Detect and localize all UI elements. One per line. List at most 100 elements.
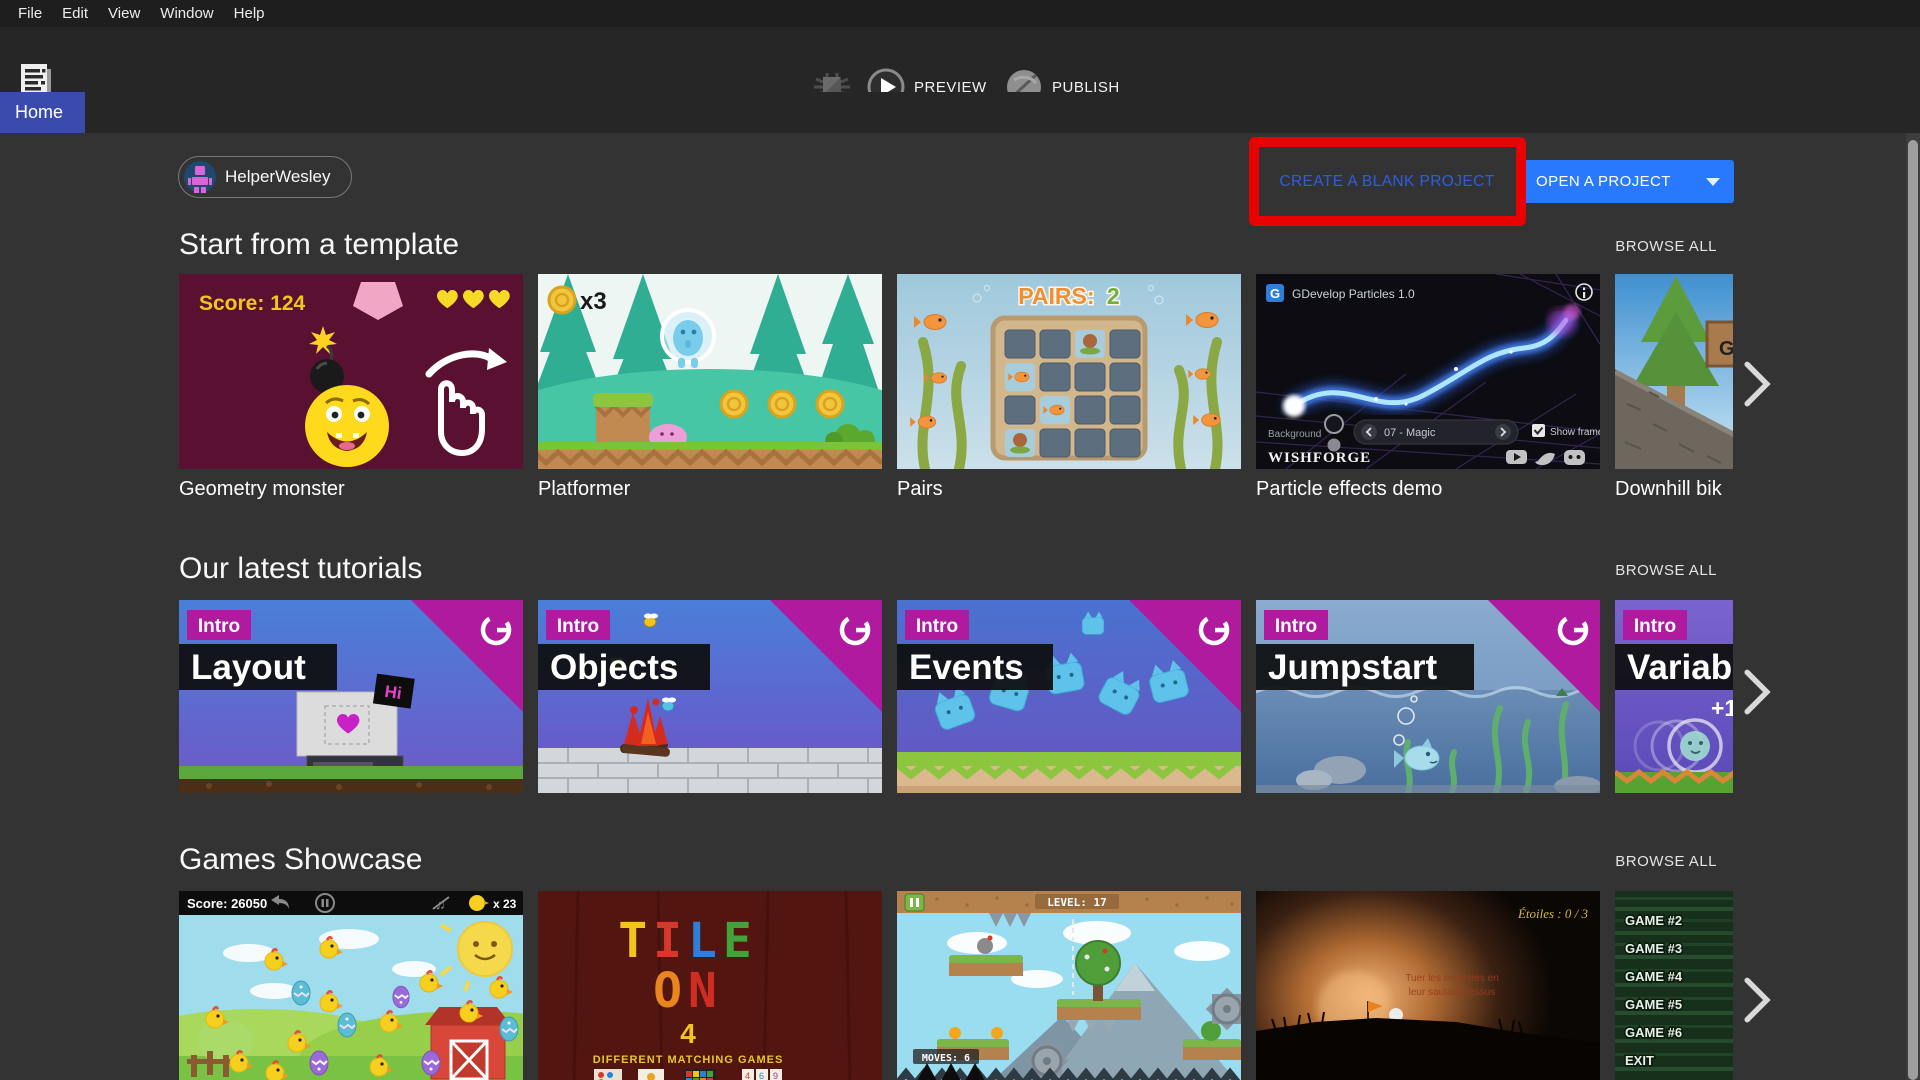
card-title: Geometry monster (179, 478, 345, 501)
template-card-downhill[interactable]: G Downhill bik (1615, 274, 1733, 469)
menu-file[interactable]: File (8, 0, 52, 27)
menu-help[interactable]: Help (224, 0, 275, 27)
avatar (184, 161, 216, 193)
hint-line-2: leur sautant dessus (1409, 987, 1496, 998)
menu-edit[interactable]: Edit (52, 0, 98, 27)
chick-count: x 23 (493, 897, 517, 911)
carousel-next-tutorials[interactable] (1740, 668, 1774, 716)
score-text: Score: 26050 (187, 896, 267, 911)
thumbnail-tutorial-objects: Intro Objects (538, 600, 882, 793)
discord-icon (1564, 450, 1585, 465)
thumbnail-tutorial-variables: +1 Intro Variab (1615, 600, 1733, 793)
show-frame-checkbox (1532, 424, 1545, 437)
svg-text:GAME #6: GAME #6 (1625, 1025, 1682, 1040)
templates-row: Score: 124 (179, 274, 1733, 508)
tab-bar: Home (0, 92, 1920, 133)
card-title: Particle effects demo (1256, 478, 1442, 501)
title-line-1: TILE (618, 913, 758, 969)
svg-text:G: G (1270, 286, 1280, 301)
svg-text:Intro: Intro (1275, 616, 1317, 637)
carousel-next-templates[interactable] (1740, 360, 1774, 408)
tab-home[interactable]: Home (0, 92, 85, 133)
preset-name: 07 - Magic (1384, 427, 1436, 439)
tutorial-title: Objects (550, 648, 678, 687)
thumbnail-night-game: Étoiles : 0 / 3 Tuer les monstres en leu… (1256, 891, 1600, 1080)
tutorial-title: Layout (191, 648, 306, 687)
tutorial-card-events[interactable]: Intro Events (897, 600, 1241, 793)
section-title-showcase: Games Showcase (179, 843, 422, 877)
sign-letter: G (1719, 338, 1733, 360)
svg-text:Intro: Intro (557, 616, 599, 637)
carousel-next-showcase[interactable] (1740, 976, 1774, 1024)
template-card-particle-effects[interactable]: G GDevelop Particles 1.0 Background 07 -… (1256, 274, 1600, 469)
showcase-card-night[interactable]: Étoiles : 0 / 3 Tuer les monstres en leu… (1256, 891, 1600, 1080)
svg-text:4: 4 (745, 1071, 750, 1080)
section-title-tutorials: Our latest tutorials (179, 552, 422, 586)
svg-text:Intro: Intro (1634, 616, 1676, 637)
open-project-label: OPEN A PROJECT (1536, 173, 1706, 190)
dark-shapes (917, 1063, 985, 1080)
score-text: Score: 124 (199, 292, 306, 315)
moves-label: MOVES: 6 (922, 1053, 970, 1064)
showcase-row: Score: 26050 ♫ x 23 TILE (179, 891, 1733, 1080)
card-title: Platformer (538, 478, 630, 501)
menu-window[interactable]: Window (150, 0, 223, 27)
svg-text:6: 6 (759, 1071, 764, 1080)
thumbnail-tileon: TILE ON 4 DIFFERENT MATCHING GAMES 4 6 9 (538, 891, 882, 1080)
showcase-card-level17[interactable]: LEVEL: 17 MOVES: 6 (897, 891, 1241, 1080)
gdevelop-window: File Edit View Window Help PR (0, 0, 1920, 1080)
menu-view[interactable]: View (98, 0, 150, 27)
tutorial-card-jumpstart[interactable]: Intro Jumpstart (1256, 600, 1600, 793)
svg-text:GAME #5: GAME #5 (1625, 997, 1682, 1012)
plus-one-label: +1 (1711, 695, 1733, 721)
browse-all-templates[interactable]: BROWSE ALL (1613, 238, 1717, 255)
template-card-platformer[interactable]: x3 Platformer (538, 274, 882, 469)
chick-counter-icon (469, 895, 485, 911)
username-label: HelperWesley (225, 167, 331, 187)
thumbnail-particle-effects: G GDevelop Particles 1.0 Background 07 -… (1256, 274, 1600, 469)
svg-text:9: 9 (773, 1071, 778, 1080)
chevron-down-icon[interactable] (1706, 178, 1720, 186)
preset-selector: 07 - Magic (1354, 420, 1518, 444)
browse-all-showcase[interactable]: BROWSE ALL (1613, 853, 1717, 870)
tutorial-card-objects[interactable]: Intro Objects (538, 600, 882, 793)
menu-bar: File Edit View Window Help (0, 0, 1920, 27)
thumbnail-tutorial-layout: Hi Intro Layout (179, 600, 523, 793)
hint-line-1: Tuer les monstres en (1405, 973, 1499, 984)
svg-text:GAME #3: GAME #3 (1625, 941, 1682, 956)
svg-text:GAME #4: GAME #4 (1625, 969, 1683, 984)
thumbnail-platformer: x3 (538, 274, 882, 469)
showcase-card-menu[interactable]: GAME #2 GAME #3 GAME #4 GAME #5 GAME #6 … (1615, 891, 1733, 1080)
thumbnail-pairs: PAIRS: 2 (897, 274, 1241, 469)
pairs-count: 2 (1107, 283, 1120, 309)
tutorial-card-layout[interactable]: Hi Intro Layout (179, 600, 523, 793)
thumbnail-level17: LEVEL: 17 MOVES: 6 (897, 891, 1241, 1080)
platform-block (593, 393, 653, 442)
level-label: LEVEL: 17 (1047, 896, 1107, 909)
profile-chip[interactable]: HelperWesley (178, 156, 352, 198)
thumbnail-easter-game: Score: 26050 ♫ x 23 (179, 891, 523, 1080)
pairs-label: PAIRS: (1018, 283, 1094, 309)
toolbar: PREVIEW PUBLISH (0, 27, 1920, 92)
monster-character (305, 385, 389, 467)
tutorials-row: Hi Intro Layout (179, 600, 1733, 793)
stars-counter: Étoiles : 0 / 3 (1517, 906, 1589, 921)
card-title: Pairs (897, 478, 943, 501)
hi-label: Hi (383, 682, 402, 703)
tutorial-title: Variab (1627, 648, 1732, 687)
showcase-card-easter[interactable]: Score: 26050 ♫ x 23 (179, 891, 523, 1080)
app-title: GDevelop Particles 1.0 (1292, 287, 1415, 301)
title-line-2: ON (653, 963, 723, 1019)
create-blank-project-button[interactable]: CREATE A BLANK PROJECT (1254, 160, 1520, 204)
template-card-pairs[interactable]: PAIRS: 2 (897, 274, 1241, 469)
hud-bar: Score: 26050 ♫ x 23 (179, 891, 523, 915)
showcase-card-tileon[interactable]: TILE ON 4 DIFFERENT MATCHING GAMES 4 6 9 (538, 891, 882, 1080)
section-title-templates: Start from a template (179, 228, 459, 262)
tutorial-card-variables[interactable]: +1 Intro Variab (1615, 600, 1733, 793)
svg-text:Intro: Intro (916, 616, 958, 637)
browse-all-tutorials[interactable]: BROWSE ALL (1613, 562, 1717, 579)
open-project-button[interactable]: OPEN A PROJECT (1520, 160, 1734, 203)
thumbnail-downhill: G (1615, 274, 1733, 469)
scrollbar-thumb[interactable] (1908, 140, 1918, 1080)
template-card-geometry-monster[interactable]: Score: 124 (179, 274, 523, 469)
